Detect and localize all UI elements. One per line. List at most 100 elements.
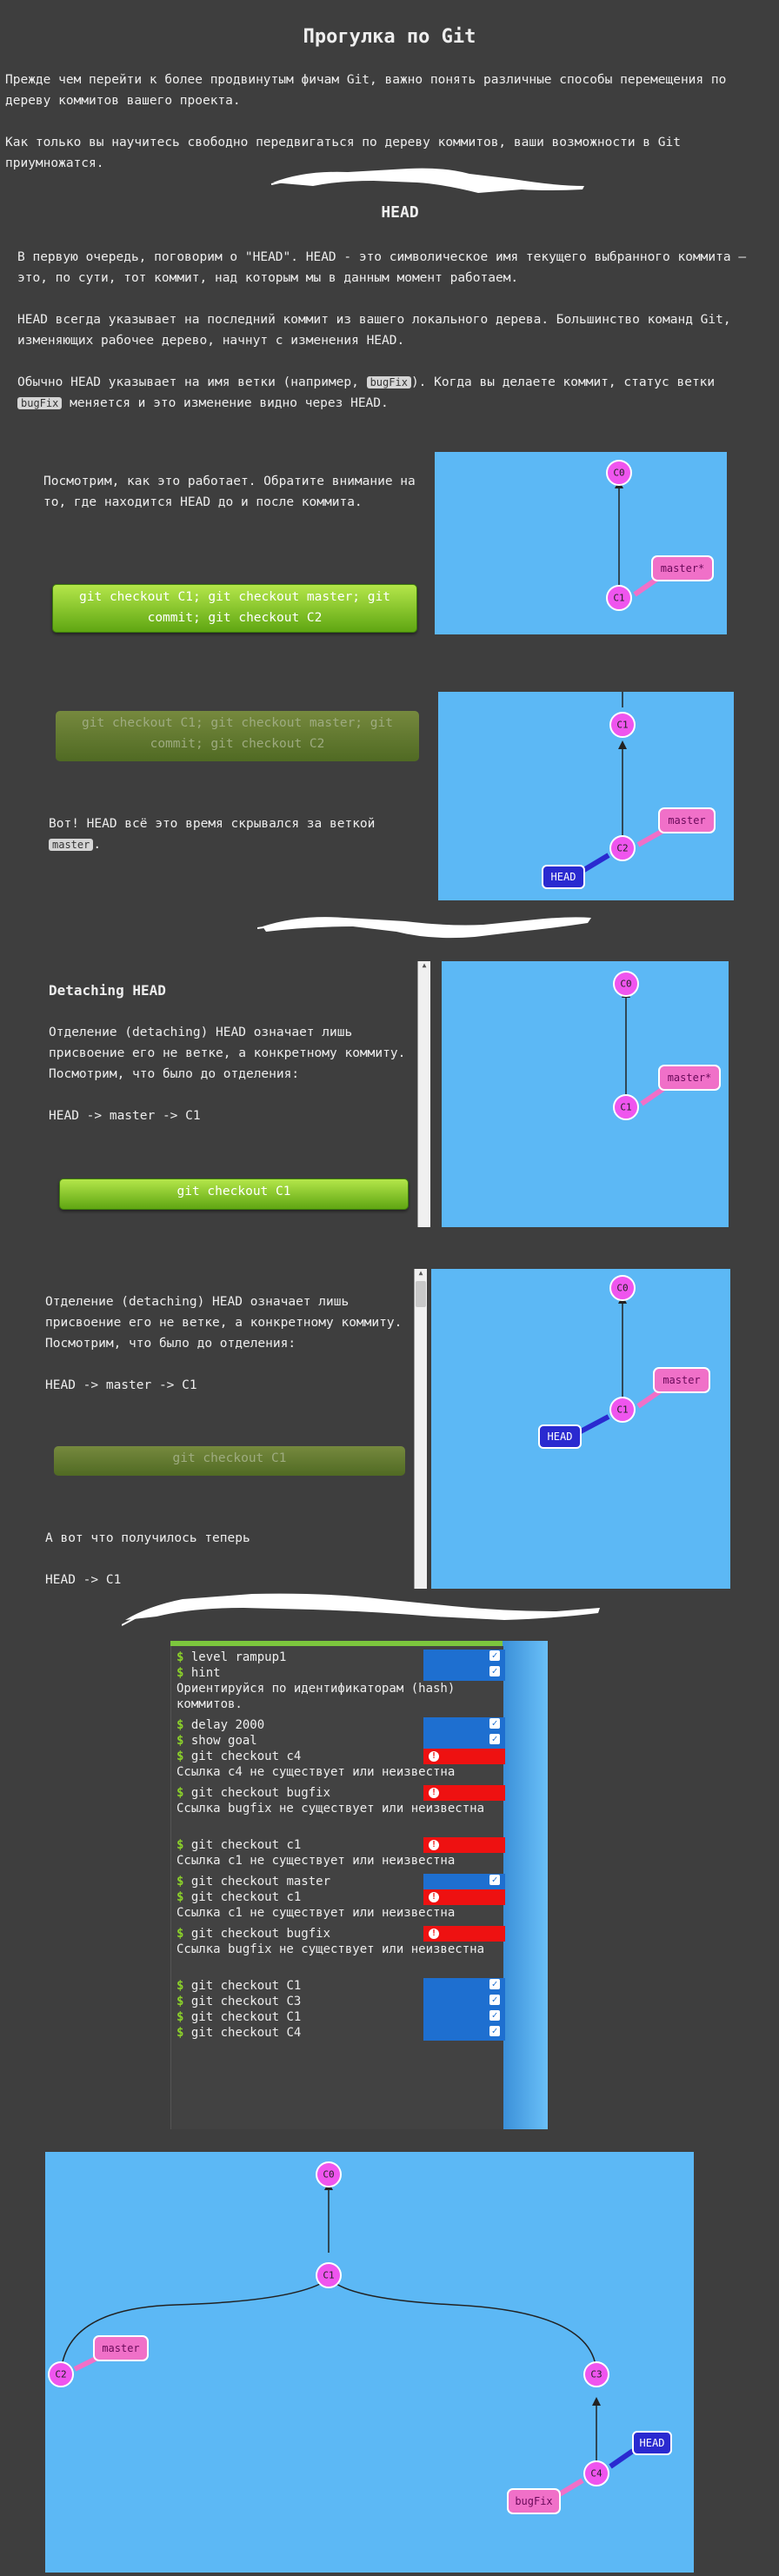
demo3-graph-panel: C0 C1 master* <box>442 961 729 1227</box>
terminal-command-line: $ git checkout C1 <box>176 2009 301 2025</box>
terminal-command-line: $ show goal <box>176 1733 257 1749</box>
terminal-command-text: git checkout c4 <box>183 1749 302 1763</box>
head-paragraph-3-part-a: Обычно HEAD указывает на имя ветки (напр… <box>17 375 359 389</box>
head-label: HEAD <box>640 2437 665 2449</box>
demo3-text: Отделение (detaching) HEAD означает лишь… <box>49 1026 406 1081</box>
command-error-status <box>423 1749 505 1764</box>
commit-label: C2 <box>55 2369 66 2380</box>
command-success-status <box>423 2025 505 2041</box>
terminal-command-line: $ git checkout c1 <box>176 1837 301 1853</box>
command-success-status <box>423 1994 505 2009</box>
scroll-up-icon[interactable]: ▲ <box>420 961 429 972</box>
commit-label: C4 <box>590 2468 603 2480</box>
commit-label: C2 <box>616 843 628 854</box>
terminal-message: Ссылка c1 не существует или неизвестна <box>176 1854 456 1868</box>
big-graph-panel: C0 C1 C2 C3 C4 master bugFix HEAD <box>45 2152 694 2573</box>
terminal-command-line: $ git checkout C3 <box>176 1994 301 2009</box>
commit-label: C0 <box>616 1283 628 1294</box>
head-paragraph-3-part-b: ). Когда вы делаете коммит, статус ветки <box>410 375 716 389</box>
command-error-status <box>423 1889 505 1905</box>
demo1-command-button[interactable]: git checkout C1; git checkout master; gi… <box>52 584 417 633</box>
terminal-window[interactable]: $ level rampup1$ hintОриентируйся по иде… <box>170 1646 505 2129</box>
demo4-text: Отделение (detaching) HEAD означает лишь… <box>45 1295 403 1351</box>
branch-label: master <box>102 2342 139 2354</box>
terminal-command-text: git checkout master <box>183 1875 331 1889</box>
commit-label: C3 <box>590 2369 602 2380</box>
terminal-command-text: git checkout c1 <box>183 1890 302 1904</box>
torn-divider <box>270 168 584 193</box>
terminal-command-text: git checkout c1 <box>183 1838 302 1852</box>
commit-label: C0 <box>613 468 624 479</box>
commit-label: C1 <box>323 2270 334 2281</box>
terminal-command-line: $ delay 2000 <box>176 1717 264 1733</box>
demo1-graph-panel: C0 C1 master* <box>435 452 727 634</box>
head-paragraph-3-part-c: меняется и это изменение видно через HEA… <box>70 396 389 410</box>
torn-divider <box>122 1593 600 1626</box>
terminal-command-text: delay 2000 <box>183 1718 265 1732</box>
scroll-up-icon[interactable]: ▲ <box>416 1269 425 1279</box>
command-success-status <box>423 1874 505 1889</box>
terminal-command-line: $ level rampup1 <box>176 1650 286 1665</box>
terminal-command-text: git checkout bugfix <box>183 1927 331 1941</box>
terminal-command-line: $ git checkout master <box>176 1874 330 1889</box>
branch-tag: bugFix <box>366 376 411 388</box>
demo2-text-part-a: Вот! HEAD всё это время скрывался за вет… <box>49 817 376 831</box>
scroll-thumb[interactable] <box>416 1281 426 1307</box>
head-pointer <box>577 1414 610 1435</box>
head-heading: HEAD <box>381 203 419 222</box>
terminal-command-text: git checkout C4 <box>183 2026 302 2040</box>
detaching-heading: Detaching HEAD <box>49 982 166 999</box>
terminal-message: Ссылка c1 не существует или неизвестна <box>176 1906 456 1920</box>
terminal-message: Ссылка c4 не существует или неизвестна <box>176 1765 456 1779</box>
branch-tag: master <box>49 839 94 851</box>
command-success-status <box>423 1978 505 1994</box>
intro-paragraph-1: Прежде чем перейти к более продвинутым ф… <box>5 73 727 108</box>
demo3-chain: HEAD -> master -> C1 <box>49 1109 201 1123</box>
arrow-head-icon <box>592 2397 601 2406</box>
command-error-status <box>423 1785 505 1801</box>
command-success-status <box>423 1650 505 1665</box>
branch-pointer <box>640 1086 666 1106</box>
demo2-text-part-b: . <box>93 838 102 852</box>
terminal-command-line: $ git checkout C4 <box>176 2025 301 2041</box>
commit-label: C0 <box>620 979 631 990</box>
command-success-status <box>423 1665 505 1681</box>
demo2-text: Вот! HEAD всё это время скрывался за вет… <box>49 813 431 855</box>
demo4-graph-panel: C0 C1 master HEAD <box>431 1269 730 1589</box>
arrow-head-icon <box>618 740 627 749</box>
command-success-status <box>423 2009 505 2025</box>
terminal-command-line: $ git checkout bugfix <box>176 1785 330 1801</box>
branch-pointer <box>633 576 659 597</box>
terminal-command-line: $ hint <box>176 1665 221 1681</box>
demo4-scrollbar[interactable]: ▲ <box>414 1269 427 1589</box>
torn-divider <box>257 917 591 939</box>
terminal-message: Ориентируйся по идентификаторам (hash) к… <box>176 1682 456 1711</box>
demo4-chain-before: HEAD -> master -> C1 <box>45 1378 197 1392</box>
demo2-command-button[interactable]: git checkout C1; git checkout master; gi… <box>56 711 419 761</box>
head-paragraph-2: HEAD всегда указывает на последний комми… <box>17 313 731 348</box>
commit-label: C1 <box>613 593 624 604</box>
demo1-text: Посмотрим, как это работает. Обратите вн… <box>43 475 416 509</box>
terminal-command-line: $ git checkout c4 <box>176 1749 301 1764</box>
demo4-command-button[interactable]: git checkout C1 <box>54 1446 405 1476</box>
commit-label: C1 <box>616 720 628 731</box>
head-label: HEAD <box>551 871 576 883</box>
terminal-command-line: $ git checkout bugfix <box>176 1926 330 1942</box>
terminal-command-text: level rampup1 <box>183 1650 287 1664</box>
command-success-status <box>423 1717 505 1733</box>
terminal-message: Ссылка bugfix не существует или неизвест… <box>176 1942 485 1956</box>
branch-label: master* <box>661 562 705 574</box>
command-error-status <box>423 1837 505 1853</box>
page-title: Прогулка по Git <box>303 26 476 48</box>
demo2-graph-panel: C1 C2 master HEAD <box>438 692 734 900</box>
terminal-command-text: hint <box>183 1666 221 1680</box>
branch-label: master* <box>668 1072 712 1084</box>
demo4-chain-after: HEAD -> C1 <box>45 1573 122 1587</box>
branch-label: master <box>662 1374 700 1386</box>
terminal-message: Ссылка bugfix не существует или неизвест… <box>176 1802 485 1816</box>
head-paragraph-1: В первую очередь, поговорим о "HEAD". HE… <box>17 250 747 285</box>
demo3-command-button[interactable]: git checkout C1 <box>59 1178 409 1210</box>
demo3-scrollbar[interactable]: ▲ <box>417 961 430 1227</box>
branch-tag: bugFix <box>17 397 63 409</box>
terminal-side-panel <box>503 1641 548 2129</box>
